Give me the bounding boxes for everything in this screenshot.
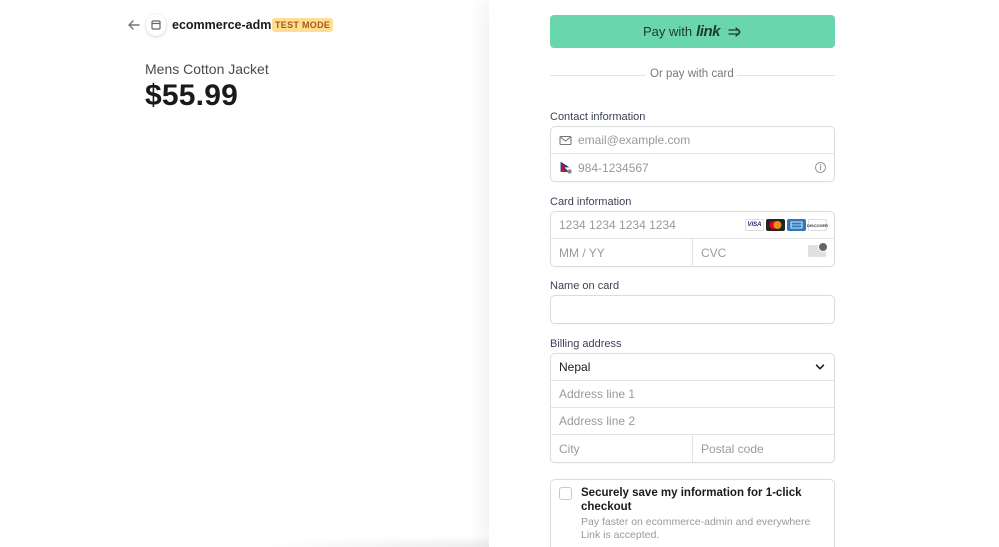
store-icon bbox=[151, 20, 161, 30]
cvc-card-icon bbox=[808, 242, 828, 257]
discover-icon: DISCOVER bbox=[807, 219, 828, 231]
save-info-box: Securely save my information for 1-click… bbox=[550, 479, 835, 547]
product-name: Mens Cotton Jacket bbox=[145, 61, 269, 77]
mastercard-icon bbox=[766, 219, 785, 231]
divider-text: Or pay with card bbox=[650, 68, 734, 80]
divider-left bbox=[550, 75, 646, 76]
save-info-title[interactable]: Securely save my information for 1-click… bbox=[581, 486, 826, 514]
name-on-card-group bbox=[550, 295, 835, 324]
city-field[interactable]: City bbox=[551, 435, 692, 462]
save-info-description: Pay faster on ecommerce-admin and everyw… bbox=[581, 516, 811, 541]
amex-icon bbox=[787, 219, 806, 231]
cvc-field[interactable]: CVC bbox=[692, 239, 834, 266]
pay-with-link-button[interactable]: Pay with link bbox=[550, 15, 835, 48]
product-price: $55.99 bbox=[145, 79, 238, 112]
card-number-placeholder: 1234 1234 1234 1234 bbox=[559, 218, 676, 232]
card-info-group: 1234 1234 1234 1234 VISA DISCOVER MM / Y… bbox=[550, 211, 835, 267]
card-number-field[interactable]: 1234 1234 1234 1234 VISA DISCOVER bbox=[551, 212, 834, 239]
billing-address-group: Nepal Address line 1 Address line 2 City… bbox=[550, 353, 835, 463]
postal-code-placeholder: Postal code bbox=[701, 441, 764, 456]
envelope-icon bbox=[559, 135, 572, 146]
name-on-card-label: Name on card bbox=[550, 280, 620, 292]
pay-with-label: Pay with bbox=[643, 24, 693, 39]
name-on-card-field[interactable] bbox=[551, 296, 834, 323]
card-expiry-cvc-row: MM / YY CVC bbox=[551, 239, 834, 266]
address-line-2-field[interactable]: Address line 2 bbox=[551, 408, 834, 435]
contact-info-label: Contact information bbox=[550, 111, 646, 123]
arrow-right-icon bbox=[728, 26, 741, 37]
back-arrow-icon[interactable] bbox=[126, 17, 142, 33]
chevron-down-icon bbox=[815, 364, 825, 370]
expiry-field[interactable]: MM / YY bbox=[551, 239, 692, 266]
merchant-name[interactable]: ecommerce-admin bbox=[172, 18, 282, 32]
link-logo: link bbox=[696, 23, 720, 40]
address-line-1-placeholder: Address line 1 bbox=[559, 387, 636, 401]
payment-pane bbox=[489, 0, 999, 547]
expiry-placeholder: MM / YY bbox=[559, 245, 605, 260]
info-icon[interactable]: i bbox=[815, 162, 826, 173]
contact-info-group: email@example.com 984-1234567 i bbox=[550, 126, 835, 182]
card-info-label: Card information bbox=[550, 196, 632, 208]
phone-field[interactable]: 984-1234567 i bbox=[551, 154, 834, 181]
billing-address-label: Billing address bbox=[550, 338, 622, 350]
address-line-2-placeholder: Address line 2 bbox=[559, 414, 636, 428]
divider-right bbox=[737, 75, 835, 76]
address-line-1-field[interactable]: Address line 1 bbox=[551, 381, 834, 408]
country-select[interactable]: Nepal bbox=[551, 354, 834, 381]
save-info-checkbox[interactable] bbox=[559, 487, 572, 500]
visa-icon: VISA bbox=[745, 219, 764, 231]
cvc-placeholder: CVC bbox=[701, 245, 727, 260]
city-placeholder: City bbox=[559, 441, 580, 456]
test-mode-badge: TEST MODE bbox=[272, 18, 334, 32]
country-value: Nepal bbox=[559, 360, 591, 374]
postal-code-field[interactable]: Postal code bbox=[692, 435, 834, 462]
nepal-flag-icon[interactable] bbox=[559, 161, 572, 174]
city-postal-row: City Postal code bbox=[551, 435, 834, 462]
store-avatar bbox=[146, 14, 166, 36]
card-brands: VISA DISCOVER bbox=[745, 219, 828, 231]
order-summary-pane: ecommerce-admin TEST MODE Mens Cotton Ja… bbox=[0, 0, 730, 547]
email-field[interactable]: email@example.com bbox=[551, 127, 834, 154]
